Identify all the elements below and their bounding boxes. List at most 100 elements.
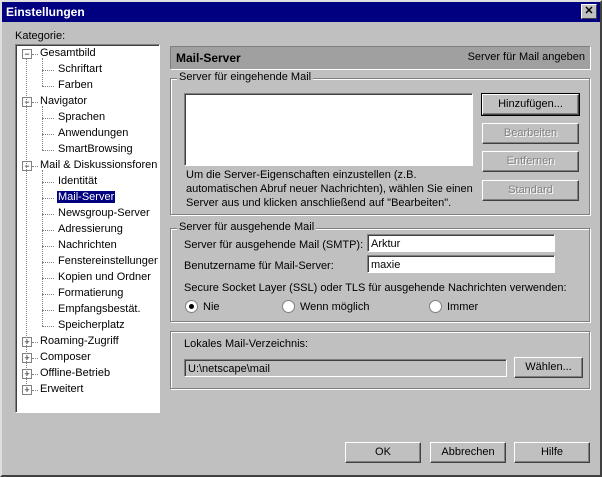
- help-line: Um die Server-Eigenschaften einzustellen…: [186, 169, 417, 181]
- radio-if-possible[interactable]: [282, 300, 295, 313]
- tree-item-label: Farben: [58, 79, 93, 91]
- outgoing-legend: Server für ausgehende Mail: [177, 221, 317, 233]
- tree-item[interactable]: Kopien und Ordner: [57, 270, 152, 285]
- choose-dir-button[interactable]: Wählen...: [514, 357, 583, 378]
- tree-item[interactable]: Sprachen: [57, 110, 106, 125]
- tree-item-label: Schriftart: [58, 63, 103, 75]
- radio-never-label: Nie: [203, 301, 220, 313]
- tree-item-label: Empfangsbestät.: [58, 303, 141, 315]
- tree-item-label: Adressierung: [58, 223, 123, 235]
- tree-item[interactable]: Gesamtbild: [39, 46, 97, 61]
- tree-item-label: Erweitert: [40, 383, 84, 395]
- panel-title: Mail-Server: [176, 51, 241, 65]
- tree-item[interactable]: Empfangsbestät.: [57, 302, 142, 317]
- category-label: Kategorie:: [15, 30, 66, 42]
- help-line: Server aus und klicken anschließend auf …: [186, 197, 452, 209]
- help-line: automatischen Abruf neuer Nachrichten), …: [186, 183, 473, 195]
- tree-item[interactable]: Navigator: [39, 94, 88, 109]
- default-server-button[interactable]: Standard: [482, 180, 579, 201]
- expand-icon[interactable]: +: [22, 353, 32, 363]
- edit-server-button[interactable]: Bearbeiten: [482, 123, 579, 144]
- collapse-icon[interactable]: −: [22, 161, 32, 171]
- incoming-server-list[interactable]: [184, 93, 473, 166]
- ssl-label: Secure Socket Layer (SSL) oder TLS für a…: [184, 282, 567, 294]
- tree-item-label: Fenstereinstellungen: [58, 255, 158, 267]
- incoming-help-text: Um die Server-Eigenschaften einzustellen…: [186, 168, 473, 210]
- tree-item-label: Newsgroup-Server: [58, 207, 150, 219]
- ok-button[interactable]: OK: [345, 442, 421, 463]
- tree-item-label: Speicherplatz: [58, 319, 125, 331]
- radio-selected-dot: [189, 304, 194, 309]
- tree-connector: [26, 58, 27, 390]
- tree-item-label: Sprachen: [58, 111, 106, 123]
- local-dir-label: Lokales Mail-Verzeichnis:: [184, 338, 309, 350]
- tree-connector: [42, 150, 54, 151]
- tree-connector: [42, 58, 43, 86]
- close-button[interactable]: ✕: [581, 4, 597, 19]
- tree-connector: [42, 70, 54, 71]
- tree-connector: [42, 326, 54, 327]
- tree-item-label: Identität: [58, 175, 98, 187]
- username-input[interactable]: maxie: [367, 255, 555, 273]
- tree-connector: [42, 294, 54, 295]
- radio-never[interactable]: [185, 300, 198, 313]
- tree-item[interactable]: SmartBrowsing: [57, 142, 134, 157]
- tree-item[interactable]: Offline-Betrieb: [39, 366, 111, 381]
- tree-item[interactable]: Identität: [57, 174, 98, 189]
- tree-item-label: Offline-Betrieb: [40, 367, 111, 379]
- local-dir-path: U:\netscape\mail: [184, 359, 507, 377]
- expand-icon[interactable]: +: [22, 385, 32, 395]
- expand-icon[interactable]: +: [22, 337, 32, 347]
- tree-connector: [32, 54, 38, 55]
- tree-item[interactable]: Speicherplatz: [57, 318, 126, 333]
- tree-item[interactable]: Mail-Server: [57, 190, 116, 205]
- cancel-button[interactable]: Abbrechen: [430, 442, 506, 463]
- tree-connector: [42, 198, 54, 199]
- tree-item[interactable]: Erweitert: [39, 382, 84, 397]
- settings-dialog: Einstellungen ✕ Kategorie: − Gesamtbild Sc…: [0, 0, 602, 477]
- tree-item[interactable]: Fenstereinstellungen: [57, 254, 158, 269]
- tree-connector: [42, 230, 54, 231]
- tree-connector: [42, 214, 54, 215]
- tree-item-label: Anwendungen: [58, 127, 129, 139]
- tree-item[interactable]: Roaming-Zugriff: [39, 334, 120, 349]
- expand-icon[interactable]: +: [22, 369, 32, 379]
- tree-item[interactable]: Newsgroup-Server: [57, 206, 151, 221]
- radio-always-label: Immer: [447, 301, 479, 313]
- tree-connector: [32, 166, 38, 167]
- tree-connector: [32, 358, 38, 359]
- tree-item-label: Roaming-Zugriff: [40, 335, 119, 347]
- collapse-icon[interactable]: −: [22, 97, 32, 107]
- tree-connector: [42, 246, 54, 247]
- help-button[interactable]: Hilfe: [514, 442, 590, 463]
- tree-connector: [42, 262, 54, 263]
- tree-item[interactable]: Anwendungen: [57, 126, 129, 141]
- radio-if-possible-label: Wenn möglich: [300, 301, 370, 313]
- tree-item-label: Composer: [40, 351, 91, 363]
- smtp-server-input[interactable]: Arktur: [367, 234, 555, 252]
- remove-server-button[interactable]: Entfernen: [482, 151, 579, 172]
- tree-item[interactable]: Nachrichten: [57, 238, 118, 253]
- tree-connector: [32, 374, 38, 375]
- tree-item-label: Gesamtbild: [40, 47, 96, 59]
- tree-connector: [42, 170, 43, 326]
- tree-item[interactable]: Mail & Diskussionsforen: [39, 158, 158, 173]
- tree-connector: [42, 278, 54, 279]
- tree-item[interactable]: Composer: [39, 350, 92, 365]
- add-server-button[interactable]: Hinzufügen...: [481, 93, 580, 116]
- tree-item[interactable]: Formatierung: [57, 286, 124, 301]
- tree-item-label: SmartBrowsing: [58, 143, 133, 155]
- incoming-legend: Server für eingehende Mail: [177, 71, 314, 83]
- tree-connector: [42, 182, 54, 183]
- panel-header: Mail-Server Server für Mail angeben: [170, 46, 591, 70]
- tree-item[interactable]: Adressierung: [57, 222, 124, 237]
- username-label: Benutzername für Mail-Server:: [184, 260, 334, 272]
- tree-item[interactable]: Schriftart: [57, 62, 103, 77]
- radio-always[interactable]: [429, 300, 442, 313]
- tree-item[interactable]: Farben: [57, 78, 94, 93]
- tree-connector: [42, 106, 43, 150]
- collapse-icon[interactable]: −: [22, 49, 32, 59]
- panel-subtitle: Server für Mail angeben: [467, 51, 585, 63]
- tree-connector: [42, 310, 54, 311]
- tree-item-label: Mail-Server: [57, 191, 116, 203]
